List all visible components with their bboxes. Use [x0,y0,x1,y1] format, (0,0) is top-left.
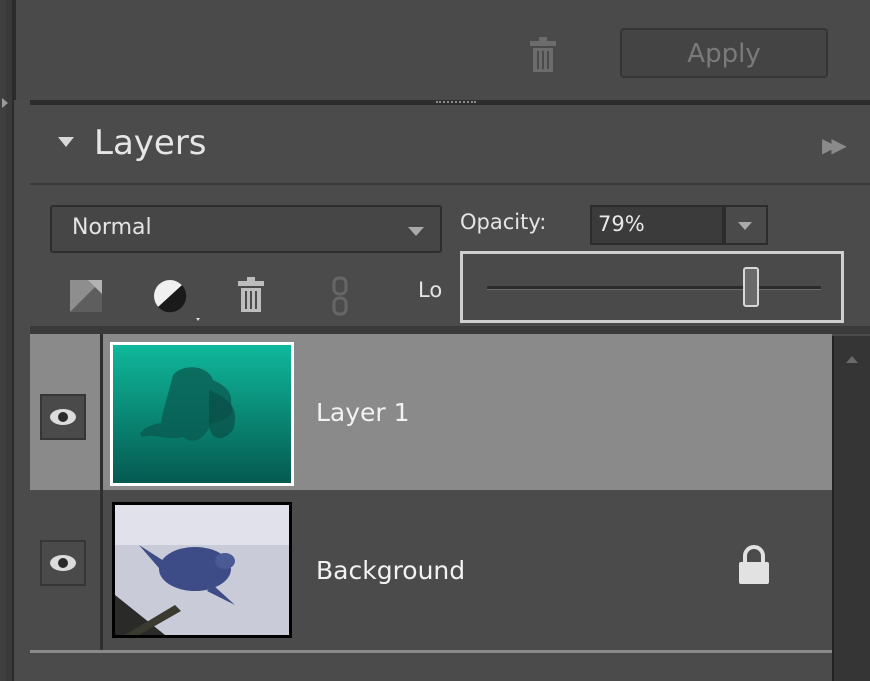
apply-button[interactable]: Apply [620,28,828,78]
layers-list: Layer 1 Background [30,334,832,681]
lock-icon[interactable] [736,544,772,586]
panel-menu-icon[interactable]: ▶▶ [822,133,847,157]
opacity-input[interactable]: 79% [590,205,724,245]
blend-mode-value: Normal [72,215,152,240]
column-divider [100,490,103,650]
layers-panel-header[interactable]: Layers ▶▶ [30,107,870,183]
new-layer-icon[interactable] [68,278,104,314]
visibility-toggle[interactable] [40,540,86,586]
resize-grip[interactable] [436,101,476,105]
opacity-slider-thumb[interactable] [742,267,759,307]
trash-icon[interactable] [528,36,558,74]
lock-label: Lo [418,278,443,302]
layer-tools [30,268,470,324]
chevron-down-icon [738,222,752,230]
layer-name[interactable]: Background [316,556,465,585]
eye-icon [50,409,76,425]
link-icon[interactable] [330,276,350,316]
expand-arrow-icon[interactable] [2,98,8,108]
scrollbar[interactable] [832,336,870,681]
visibility-toggle[interactable] [40,394,86,440]
left-collapse-strip[interactable] [0,0,14,681]
opacity-label: Opacity: [460,210,547,234]
tools-separator [30,326,870,334]
header-separator [30,183,870,185]
blend-mode-select[interactable]: Normal [50,205,442,253]
layer-thumbnail[interactable] [110,342,294,486]
opacity-slider-popup[interactable] [460,251,844,323]
layer-row[interactable]: Layer 1 [30,334,832,490]
collapse-triangle-icon[interactable] [58,137,74,147]
visibility-column [30,334,100,490]
scroll-up-icon[interactable] [846,356,858,363]
diver-thumbnail-image [113,345,291,483]
layer-row[interactable]: Background [30,490,832,650]
visibility-column [30,490,100,650]
delete-layer-trash-icon[interactable] [236,276,266,314]
adjustment-layer-icon[interactable] [150,276,202,324]
panel-title: Layers [94,123,207,163]
column-divider [100,334,103,490]
turtle-thumbnail-image [115,505,289,635]
opacity-value: 79% [598,212,645,236]
opacity-dropdown-button[interactable] [724,205,768,245]
opacity-slider-track[interactable] [487,286,821,290]
chevron-down-icon [408,227,424,236]
list-bottom-separator [30,650,832,653]
layer-thumbnail[interactable] [112,502,292,638]
layer-name[interactable]: Layer 1 [316,398,410,427]
eye-icon [50,555,76,571]
